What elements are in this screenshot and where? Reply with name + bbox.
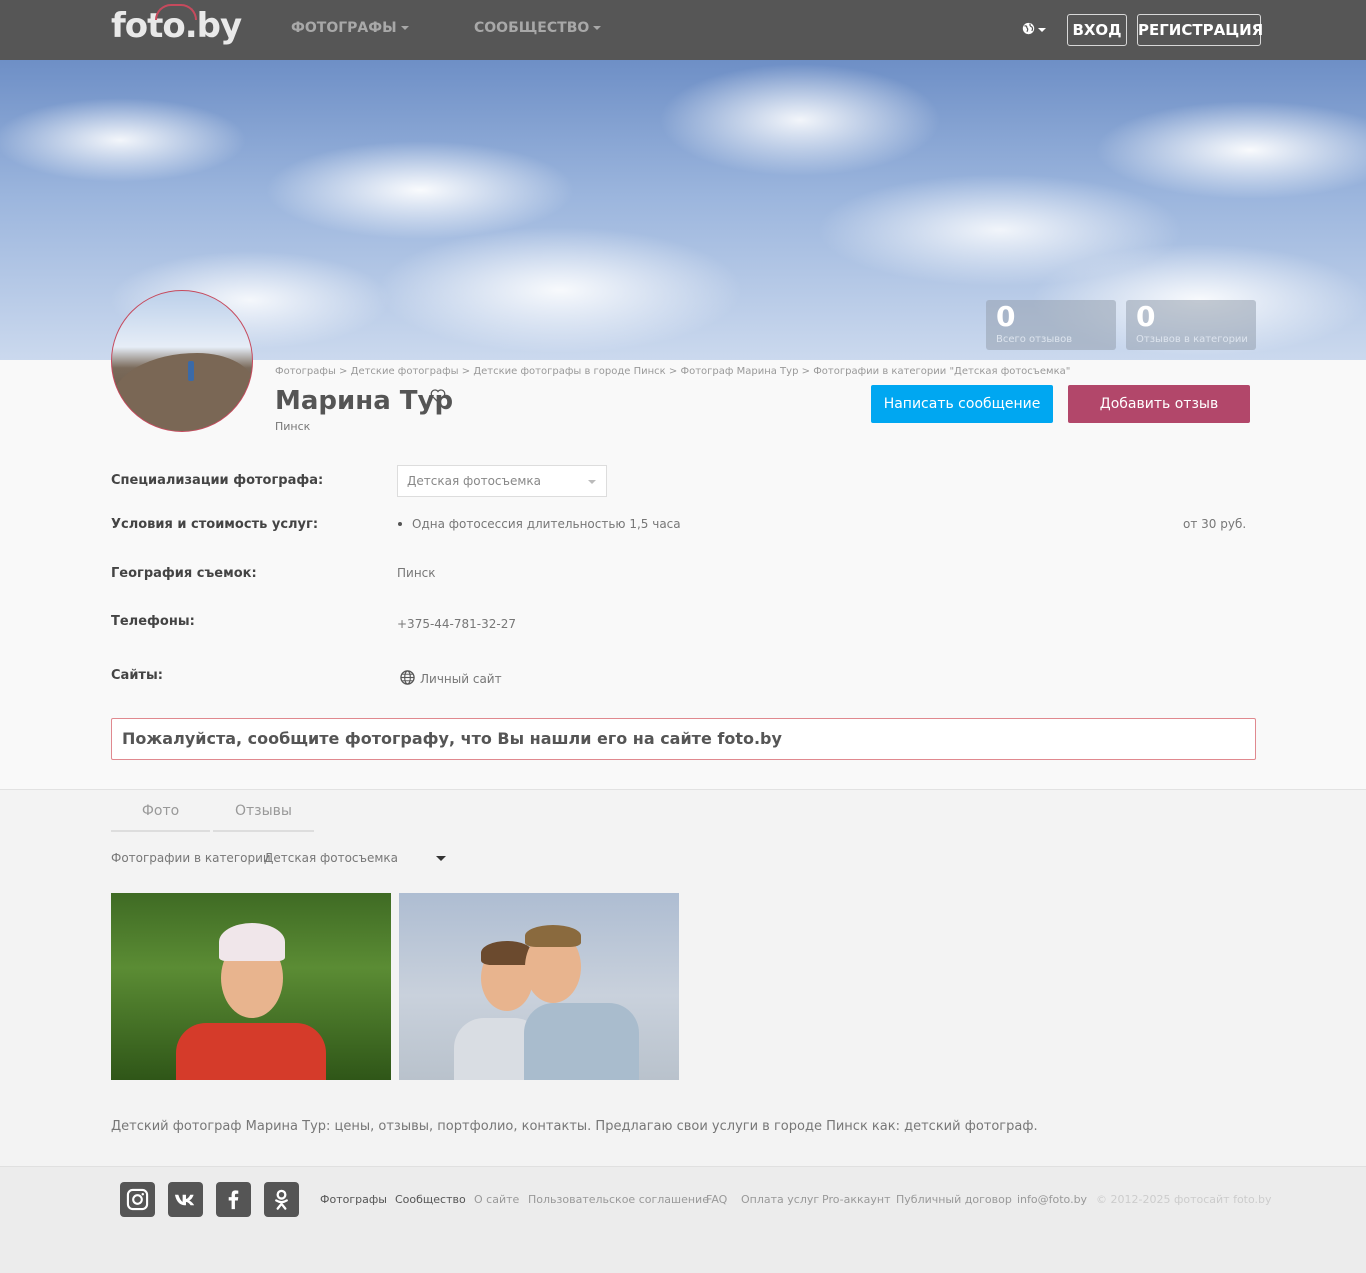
heart-icon[interactable] <box>430 388 446 404</box>
stat-total-reviews: 0 Всего отзывов <box>986 300 1116 350</box>
list-bullet <box>398 522 402 526</box>
instagram-link[interactable] <box>120 1182 155 1217</box>
breadcrumb-current: Фотографии в категории "Детская фотосъем… <box>813 366 1071 377</box>
register-button[interactable]: РЕГИСТРАЦИЯ <box>1137 14 1263 46</box>
facebook-link[interactable] <box>216 1182 251 1217</box>
category-label: Фотографии в категории <box>111 851 271 865</box>
personal-site-link[interactable]: Личный сайт <box>420 672 502 686</box>
stat-value: 0 <box>1136 300 1156 333</box>
nav-photographers[interactable]: ФОТОГРАФЫ <box>291 20 409 36</box>
nav-community[interactable]: СООБЩЕСТВО <box>474 20 602 36</box>
avatar-hill <box>112 353 252 431</box>
notice-text: Пожалуйста, сообщите фотографу, что Вы н… <box>122 729 782 748</box>
breadcrumb-item[interactable]: Детские фотографы <box>351 366 459 377</box>
terms-item: Одна фотосессия длительностью 1,5 часа <box>412 517 681 531</box>
category-select[interactable]: Детская фотосъемка <box>264 851 449 865</box>
globe-icon <box>400 670 415 685</box>
chevron-down-icon <box>400 26 409 30</box>
footer-link-agreement[interactable]: Пользовательское соглашение <box>528 1193 709 1206</box>
write-message-button[interactable]: Написать сообщение <box>871 385 1053 423</box>
breadcrumb-item[interactable]: Фотографы <box>275 366 336 377</box>
specialization-select[interactable]: Детская фотосъемка <box>397 465 607 497</box>
breadcrumb-separator: > <box>461 366 471 377</box>
stat-category-reviews: 0 Отзывов в категории <box>1126 300 1256 350</box>
breadcrumb-separator: > <box>668 366 678 377</box>
phone-value[interactable]: +375-44-781-32-27 <box>397 617 516 631</box>
chevron-down-icon <box>1038 27 1046 32</box>
copyright: © 2012-2025 фотосайт foto.by <box>1096 1193 1272 1206</box>
globe-icon <box>1022 22 1035 35</box>
tab-reviews[interactable]: Отзывы <box>213 800 314 832</box>
footer-link-faq[interactable]: FAQ <box>706 1193 727 1206</box>
photographer-city: Пинск <box>275 420 311 433</box>
add-review-button[interactable]: Добавить отзыв <box>1068 385 1250 423</box>
breadcrumb-separator: > <box>339 366 348 377</box>
footer-link-pro[interactable]: Pro-аккаунт <box>822 1193 891 1206</box>
facebook-icon <box>228 1190 239 1210</box>
site-logo[interactable]: foto.by <box>111 4 242 46</box>
phones-label: Телефоны: <box>111 614 195 629</box>
terms-price: от 30 руб. <box>1183 517 1247 531</box>
avatar <box>111 290 253 432</box>
stat-value: 0 <box>996 300 1016 333</box>
login-button[interactable]: ВХОД <box>1067 14 1127 46</box>
category-value: Детская фотосъемка <box>264 851 399 865</box>
instagram-icon <box>126 1188 149 1211</box>
nav-label: СООБЩЕСТВО <box>474 20 590 36</box>
photo-cap <box>219 923 285 961</box>
chevron-down-icon <box>593 26 602 30</box>
geo-label: География съемок: <box>111 566 257 581</box>
page-description: Детский фотограф Марина Тур: цены, отзыв… <box>111 1119 1038 1134</box>
odnoklassniki-icon <box>275 1189 288 1210</box>
footer <box>0 1166 1366 1273</box>
geo-value: Пинск <box>397 566 436 580</box>
footer-link-email[interactable]: info@foto.by <box>1017 1193 1087 1206</box>
footer-link-photographers[interactable]: Фотографы <box>320 1193 387 1206</box>
stat-label: Отзывов в категории <box>1136 334 1248 345</box>
photo-hair <box>525 925 581 947</box>
breadcrumb-separator: > <box>801 366 811 377</box>
spec-label: Специализации фотографа: <box>111 473 324 488</box>
stat-label: Всего отзывов <box>996 334 1073 345</box>
breadcrumb-item[interactable]: Фотограф Марина Тур <box>680 366 798 377</box>
breadcrumb: Фотографы > Детские фотографы > Детские … <box>275 366 1070 377</box>
language-selector[interactable] <box>1022 20 1046 38</box>
sites-label: Сайты: <box>111 668 163 683</box>
vk-link[interactable] <box>168 1182 203 1217</box>
avatar-person <box>188 361 194 381</box>
footer-link-contract[interactable]: Публичный договор <box>896 1193 1012 1206</box>
logo-roof-icon <box>155 4 197 20</box>
odnoklassniki-link[interactable] <box>264 1182 299 1217</box>
notice-box: Пожалуйста, сообщите фотографу, что Вы н… <box>111 718 1256 760</box>
breadcrumb-item[interactable]: Детские фотографы в городе Пинск <box>473 366 665 377</box>
chevron-down-icon <box>588 480 596 484</box>
vk-icon <box>174 1194 195 1206</box>
portfolio-photo[interactable] <box>111 893 391 1080</box>
footer-link-payment[interactable]: Оплата услуг <box>741 1193 819 1206</box>
footer-link-community[interactable]: Сообщество <box>395 1193 466 1206</box>
select-value: Детская фотосъемка <box>407 474 542 488</box>
photo-shirt <box>524 1003 639 1080</box>
footer-link-about[interactable]: О сайте <box>474 1193 519 1206</box>
chevron-down-icon <box>436 856 446 861</box>
terms-label: Условия и стоимость услуг: <box>111 517 319 532</box>
nav-label: ФОТОГРАФЫ <box>291 20 397 36</box>
tab-photos[interactable]: Фото <box>111 800 210 832</box>
portfolio-photo[interactable] <box>399 893 679 1080</box>
photo-jacket <box>176 1023 326 1080</box>
photographer-name: Марина Тур <box>275 386 454 416</box>
